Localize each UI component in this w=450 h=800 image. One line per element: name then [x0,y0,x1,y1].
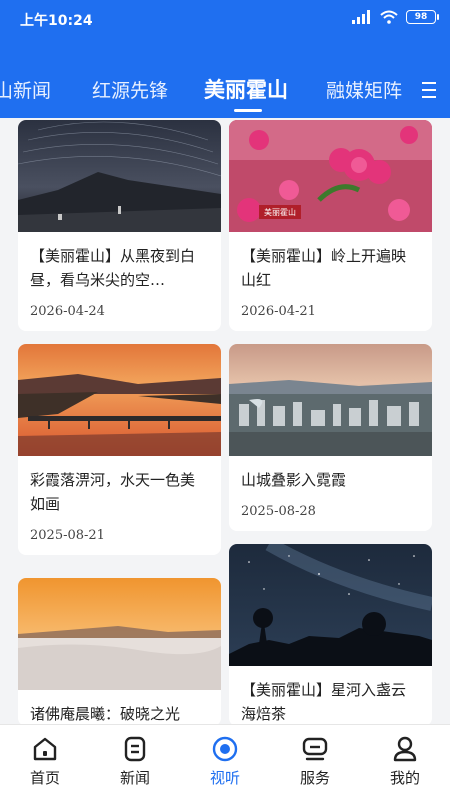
article-card[interactable]: 【美丽霍山】星河入盏云海焙茶 [229,544,432,724]
profile-icon [393,736,417,762]
news-icon [124,736,146,762]
content-feed: 【美丽霍山】从黑夜到白昼，看乌米尖的空… 2026-04-24 美丽霍山 【美丽… [0,118,450,724]
card-image-starry-mountain [18,120,221,232]
active-tab-indicator [234,109,262,112]
card-image-sunrise-clouds [18,578,221,690]
article-card[interactable]: 彩霞落淠河，水天一色美如画 2025-08-21 [18,344,221,555]
card-title: 【美丽霍山】从黑夜到白昼，看乌米尖的空… [30,247,196,289]
tab-beautiful-huoshan[interactable]: 美丽霍山 [204,74,288,104]
nav-media[interactable]: 视听 [195,735,255,788]
channel-tabs: 山新闻 红源先锋 美丽霍山 融媒矩阵 [0,68,450,114]
tab-media-matrix[interactable]: 融媒矩阵 [326,76,402,103]
nav-media-label: 视听 [209,769,240,787]
card-date: 2025-08-21 [30,528,105,543]
nav-service-label: 服务 [299,769,330,787]
nav-home-label: 首页 [29,769,60,787]
card-date: 2026-04-21 [241,304,316,319]
tab-news[interactable]: 山新闻 [0,76,51,103]
wifi-icon [380,10,398,24]
card-image-milky-way [229,544,432,666]
card-image-city-aerial [229,344,432,456]
status-bar: 上午10:24 98 [0,0,450,38]
media-icon [212,736,238,762]
tab-pioneer[interactable]: 红源先锋 [92,76,168,103]
status-time: 上午10:24 [20,13,93,29]
channel-menu-icon[interactable] [422,82,436,103]
card-title: 【美丽霍山】星河入盏云海焙茶 [241,681,407,723]
nav-home[interactable]: 首页 [15,735,75,788]
signal-icon [352,10,370,24]
nav-news[interactable]: 新闻 [105,735,165,788]
battery-icon: 98 [406,10,439,24]
nav-service[interactable]: 服务 [285,735,345,788]
service-icon [302,737,328,761]
app-header: 上午10:24 98 山新闻 红源先锋 美丽霍山 融媒矩阵 [0,0,450,118]
article-card[interactable]: 【美丽霍山】从黑夜到白昼，看乌米尖的空… 2026-04-24 [18,120,221,331]
bottom-nav: 首页 新闻 视听 服务 我的 [0,724,450,800]
home-icon [33,737,57,761]
card-image-sunset-river [18,344,221,456]
card-image-azalea: 美丽霍山 [229,120,432,232]
card-date: 2026-04-24 [30,304,105,319]
card-title: 彩霞落淠河，水天一色美如画 [30,471,196,513]
status-icons: 98 [352,10,439,24]
card-title: 山城叠影入霓霞 [241,471,347,489]
article-card[interactable]: 山城叠影入霓霞 2025-08-28 [229,344,432,531]
card-title: 【美丽霍山】岭上开遍映山红 [241,247,407,289]
article-card[interactable]: 诸佛庵晨曦：破晓之光 [18,578,221,724]
nav-news-label: 新闻 [119,769,150,787]
nav-profile[interactable]: 我的 [375,735,435,788]
card-title: 诸佛庵晨曦：破晓之光 [30,705,181,723]
card-date: 2025-08-28 [241,504,316,519]
article-card[interactable]: 美丽霍山 【美丽霍山】岭上开遍映山红 2026-04-21 [229,120,432,331]
nav-profile-label: 我的 [389,769,420,787]
image-watermark-text: 美丽霍山 [264,207,296,217]
